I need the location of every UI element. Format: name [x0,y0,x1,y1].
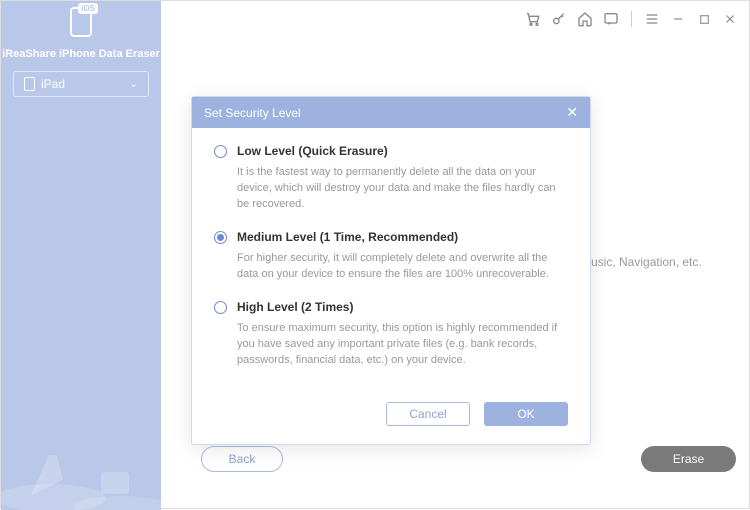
radio-icon [214,145,227,158]
tablet-icon [24,77,35,91]
level-medium-desc: For higher security, it will completely … [214,250,568,282]
menu-icon[interactable] [643,10,661,28]
app-title: iReaShare iPhone Data Eraser [1,48,161,60]
level-high-desc: To ensure maximum security, this option … [214,320,568,368]
close-icon[interactable] [721,10,739,28]
home-icon[interactable] [576,10,594,28]
modal-title: Set Security Level [204,106,301,120]
level-medium-option[interactable]: Medium Level (1 Time, Recommended) [214,230,568,244]
sidebar: iOS iReaShare iPhone Data Eraser iPad ⌄ [1,1,161,510]
minimize-icon[interactable] [669,10,687,28]
back-button[interactable]: Back [201,446,283,472]
phone-icon: iOS [70,7,92,37]
level-medium-title: Medium Level (1 Time, Recommended) [237,230,458,244]
ios-badge: iOS [78,3,98,14]
divider [631,11,632,27]
feedback-icon[interactable] [602,10,620,28]
modal-header: Set Security Level ✕ [192,97,590,128]
erase-label: Erase [673,452,704,466]
footer-buttons: Back Erase [201,446,736,472]
level-medium-row: Medium Level (1 Time, Recommended) For h… [214,230,568,282]
modal-footer: Cancel OK [192,392,590,444]
level-high-row: High Level (2 Times) To ensure maximum s… [214,300,568,368]
level-low-option[interactable]: Low Level (Quick Erasure) [214,144,568,158]
app-logo-area: iOS iReaShare iPhone Data Eraser [1,1,161,60]
ok-button[interactable]: OK [484,402,568,426]
level-low-desc: It is the fastest way to permanently del… [214,164,568,212]
erase-button[interactable]: Erase [641,446,736,472]
maximize-icon[interactable] [695,10,713,28]
radio-icon-selected [214,231,227,244]
chevron-down-icon: ⌄ [130,79,138,90]
level-high-option[interactable]: High Level (2 Times) [214,300,568,314]
sidebar-decor [1,410,161,510]
level-high-title: High Level (2 Times) [237,300,353,314]
modal-close-icon[interactable]: ✕ [566,104,578,121]
device-label: iPad [41,77,65,91]
device-selector[interactable]: iPad ⌄ [13,71,149,97]
cancel-label: Cancel [409,407,446,421]
security-level-modal: Set Security Level ✕ Low Level (Quick Er… [191,96,591,445]
modal-body: Low Level (Quick Erasure) It is the fast… [192,128,590,392]
key-icon[interactable] [550,10,568,28]
radio-icon [214,301,227,314]
cart-icon[interactable] [524,10,542,28]
cancel-button[interactable]: Cancel [386,402,470,426]
back-label: Back [229,452,256,466]
level-low-row: Low Level (Quick Erasure) It is the fast… [214,144,568,212]
level-low-title: Low Level (Quick Erasure) [237,144,388,158]
ok-label: OK [517,407,534,421]
